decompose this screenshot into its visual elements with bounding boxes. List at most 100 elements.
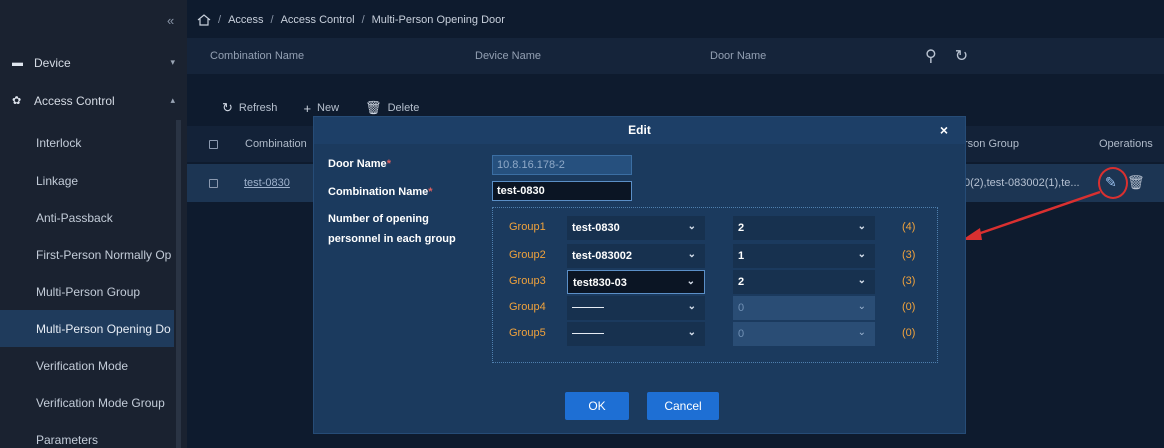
delete-button[interactable]: 🗑 Delete (365, 100, 419, 116)
sidebar-item-verification-mode[interactable]: Verification Mode (0, 347, 174, 384)
refresh-icon: ↻ (222, 100, 233, 115)
cancel-button[interactable]: Cancel (647, 392, 719, 420)
count-select[interactable]: 2 ⌄ (733, 270, 875, 294)
sidebar-group-device[interactable]: ▬ Device ▾ (0, 44, 187, 81)
sidebar-item-multi-person-group[interactable]: Multi-Person Group (0, 273, 174, 310)
sidebar-group-label: Access Control (34, 93, 115, 108)
toolbar: ↻ Refresh + New 🗑 Delete (222, 100, 419, 116)
trash-icon: 🗑 (365, 100, 382, 115)
sidebar-item-verification-mode-group[interactable]: Verification Mode Group (0, 384, 174, 421)
sidebar-scrollbar[interactable] (176, 120, 181, 448)
search-bar: Combination Name Device Name Door Name ⚲… (187, 38, 1164, 74)
column-header-combination[interactable]: Combination (245, 138, 307, 150)
breadcrumb-separator: / (270, 14, 274, 26)
chevron-down-icon: ⌄ (857, 327, 866, 338)
refresh-label: Refresh (238, 102, 278, 114)
group-select[interactable]: test-0830 ⌄ (567, 216, 705, 240)
chevron-down-icon: ▾ (170, 57, 175, 67)
group-label: Group4 (509, 301, 546, 313)
group-select[interactable]: ⌄ (567, 296, 705, 320)
group-available-count: (0) (902, 301, 916, 313)
device-icon: ▬ (12, 56, 23, 69)
sidebar-item-label: Verification Mode (36, 358, 129, 373)
column-header-operations: Operations (1099, 138, 1153, 150)
group-available-count: (0) (902, 327, 916, 339)
group-row-2: Group2 test-083002 ⌄ 1 ⌄ (3) (493, 244, 939, 268)
group-label: Group2 (509, 249, 546, 261)
dialog-title: Edit (628, 123, 651, 137)
collapse-sidebar-icon[interactable]: « (167, 13, 174, 28)
door-name-field[interactable]: Door Name (710, 38, 766, 74)
chevron-down-icon: ⌄ (857, 221, 866, 232)
combination-name-input[interactable]: test-0830 (492, 181, 632, 201)
sidebar-item-parameters[interactable]: Parameters (0, 421, 174, 448)
breadcrumb-separator: / (361, 14, 365, 26)
delete-label: Delete (387, 102, 420, 114)
sidebar-item-linkage[interactable]: Linkage (0, 162, 174, 199)
empty-value-dash (572, 332, 604, 334)
trash-icon[interactable]: 🗑 (1127, 174, 1145, 191)
row-combination-link[interactable]: test-0830 (244, 177, 290, 189)
sidebar-item-multi-person-opening-door[interactable]: Multi-Person Opening Do (0, 310, 174, 347)
count-select-value: 2 (738, 222, 745, 234)
new-button[interactable]: + New (303, 100, 339, 116)
combination-name-field[interactable]: Combination Name (210, 38, 304, 74)
group-row-3: Group3 test830-03 ⌄ 2 ⌄ (3) (493, 270, 939, 294)
breadcrumb-access[interactable]: Access (228, 14, 263, 26)
sidebar-item-anti-passback[interactable]: Anti-Passback (0, 199, 174, 236)
group-select-value: test830-03 (573, 277, 627, 289)
groups-label-line1: Number of opening (328, 213, 429, 225)
chevron-down-icon: ⌄ (687, 249, 696, 260)
select-all-checkbox[interactable] (209, 140, 218, 149)
group-row-1: Group1 test-0830 ⌄ 2 ⌄ (4) (493, 216, 939, 240)
group-row-5: Group5 ⌄ 0 ⌄ (0) (493, 322, 939, 346)
column-header-person-group[interactable]: rson Group (964, 138, 1019, 150)
dialog-header: Edit × (314, 117, 965, 144)
chevron-down-icon: ⌄ (687, 327, 696, 338)
reset-icon[interactable]: ↻ (955, 46, 968, 66)
sidebar-item-label: Anti-Passback (36, 210, 113, 225)
sidebar-item-label: Multi-Person Opening Do (36, 321, 171, 336)
count-select-value: 0 (738, 328, 745, 340)
count-select: 0 ⌄ (733, 322, 875, 346)
breadcrumb-separator: / (218, 14, 222, 26)
annotation-circle (1098, 167, 1128, 199)
count-select: 0 ⌄ (733, 296, 875, 320)
home-icon[interactable] (197, 14, 211, 26)
group-select[interactable]: ⌄ (567, 322, 705, 346)
group-select[interactable]: test-083002 ⌄ (567, 244, 705, 268)
breadcrumb-access-control[interactable]: Access Control (281, 14, 355, 26)
device-name-field[interactable]: Device Name (475, 38, 541, 74)
refresh-button[interactable]: ↻ Refresh (222, 100, 277, 116)
close-icon[interactable]: × (940, 122, 948, 138)
chevron-down-icon: ⌄ (857, 249, 866, 260)
required-marker: * (386, 158, 391, 170)
gear-icon: ✿ (12, 95, 22, 107)
count-select-value: 0 (738, 302, 745, 314)
groups-label-line2: personnel in each group (328, 233, 456, 245)
count-select[interactable]: 1 ⌄ (733, 244, 875, 268)
group-select[interactable]: test830-03 ⌄ (567, 270, 705, 294)
ok-button[interactable]: OK (565, 392, 629, 420)
sidebar-item-interlock[interactable]: Interlock (0, 124, 174, 161)
door-name-input: 10.8.16.178-2 (492, 155, 632, 175)
row-checkbox[interactable] (209, 179, 218, 188)
sidebar-item-label: Interlock (36, 135, 82, 150)
search-icon[interactable]: ⚲ (925, 46, 937, 66)
sidebar-item-label: Parameters (36, 432, 99, 447)
chevron-down-icon: ⌄ (687, 301, 696, 312)
group-label: Group1 (509, 221, 546, 233)
sidebar-group-label: Device (34, 55, 71, 70)
group-available-count: (3) (902, 249, 916, 261)
breadcrumb-current: Multi-Person Opening Door (371, 14, 505, 26)
group-select-value: test-0830 (572, 222, 620, 234)
count-select[interactable]: 2 ⌄ (733, 216, 875, 240)
combination-name-label-text: Combination Name (328, 186, 429, 198)
plus-icon: + (303, 100, 312, 116)
chevron-down-icon: ⌄ (686, 276, 695, 287)
sidebar-item-first-person[interactable]: First-Person Normally Op (0, 236, 174, 273)
count-select-value: 2 (738, 276, 745, 288)
group-label: Group3 (509, 275, 546, 287)
sidebar-group-access-control[interactable]: ✿ Access Control ▴ (0, 82, 187, 119)
group-available-count: (3) (902, 275, 916, 287)
